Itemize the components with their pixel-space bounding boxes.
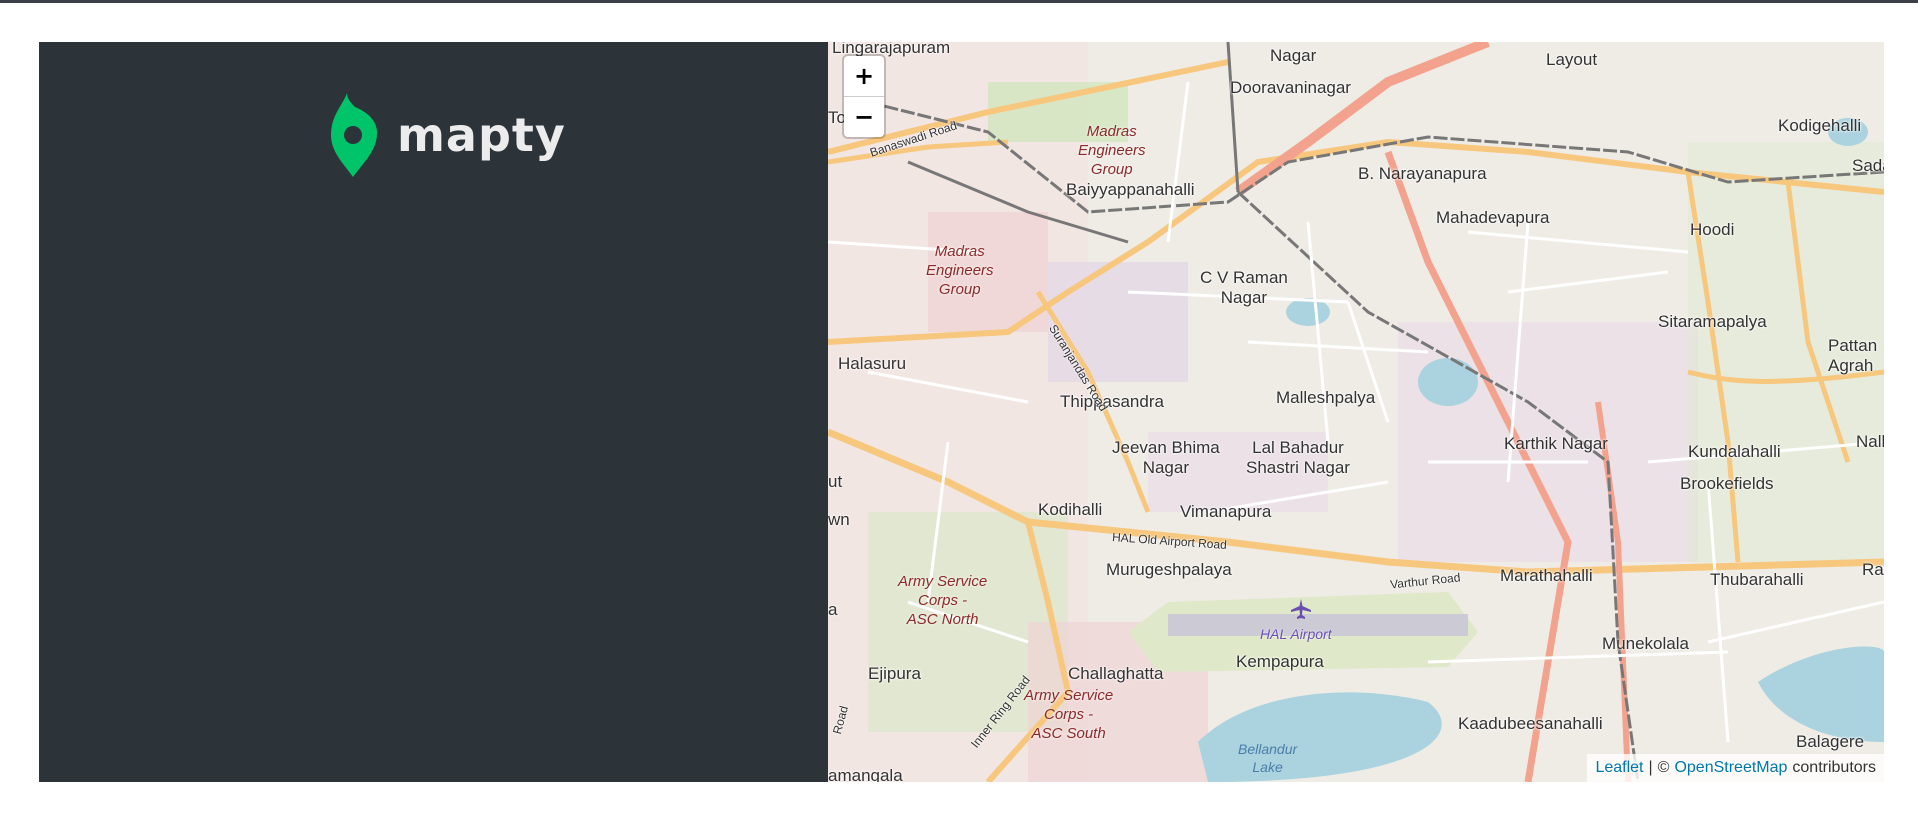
place-label: ut xyxy=(828,472,843,491)
place-label: Hoodi xyxy=(1690,220,1735,239)
place-label: Nallu xyxy=(1856,432,1884,451)
place-label: wn xyxy=(828,510,850,529)
place-label: Kodihalli xyxy=(1038,500,1103,519)
place-label: Mahadevapura xyxy=(1436,208,1550,227)
zoom-out-button[interactable]: − xyxy=(844,97,884,137)
zoom-in-button[interactable]: + xyxy=(844,56,884,97)
place-label: Balagere xyxy=(1796,732,1865,751)
lake-label: Bellandur Lake xyxy=(1238,741,1298,775)
place-label: Sitaramapalya xyxy=(1658,312,1767,331)
contributors-text: contributors xyxy=(1792,759,1876,776)
place-label: Halasuru xyxy=(838,354,907,373)
map-pin-icon xyxy=(331,93,377,177)
place-label: a xyxy=(828,600,838,619)
place-label: Challaghatta xyxy=(1068,664,1164,683)
airport-icon xyxy=(1291,599,1311,619)
top-border xyxy=(0,0,1918,3)
area-label: Madras Engineers Group xyxy=(1078,123,1146,178)
place-label: amangala xyxy=(828,766,903,782)
place-label: C V Raman Nagar xyxy=(1200,268,1288,307)
leaflet-link[interactable]: Leaflet xyxy=(1595,759,1643,777)
place-label: Lal Bahadur Shastri Nagar xyxy=(1246,438,1350,477)
place-label: Kodigehalli xyxy=(1778,116,1862,135)
place-label: Rai xyxy=(1862,560,1884,579)
place-label: B. Narayanapura xyxy=(1358,164,1487,183)
place-label: Karthik Nagar xyxy=(1504,434,1608,453)
place-label: Kempapura xyxy=(1236,652,1324,671)
brand-name: mapty xyxy=(397,108,566,162)
area-label: Madras Engineers Group xyxy=(926,243,994,298)
place-label: Vimanapura xyxy=(1180,502,1272,521)
airport-label: HAL Airport xyxy=(1260,626,1332,642)
place-label: Kaadubeesanahalli xyxy=(1458,714,1603,733)
place-label: Kundalahalli xyxy=(1688,442,1781,461)
place-label: Baiyyappanahalli xyxy=(1066,180,1195,199)
place-label: Ejipura xyxy=(868,664,921,683)
place-label: Nagar xyxy=(1270,46,1317,65)
place-label: Jeevan Bhima Nagar xyxy=(1112,438,1220,477)
map[interactable]: Lingarajapuram Nagar Layout Dooravaninag… xyxy=(828,42,1884,782)
place-label: Murugeshpalaya xyxy=(1106,560,1232,579)
attribution-separator: | xyxy=(1648,759,1653,776)
map-attribution: Leaflet | © OpenStreetMap contributors xyxy=(1587,754,1884,782)
place-label: Dooravaninagar xyxy=(1230,78,1351,97)
map-tiles[interactable] xyxy=(828,42,1884,782)
copyright-symbol: © xyxy=(1657,759,1670,776)
place-label: Munekolala xyxy=(1602,634,1689,653)
place-label: Brookefields xyxy=(1680,474,1774,493)
area-label: Army Service Corps - ASC North xyxy=(898,573,988,628)
place-label: Malleshpalya xyxy=(1276,388,1376,407)
sidebar: mapty xyxy=(39,42,828,782)
place-label: Thubarahalli xyxy=(1710,570,1804,589)
place-label: Sada xyxy=(1852,156,1884,175)
openstreetmap-link[interactable]: OpenStreetMap xyxy=(1674,759,1787,777)
area-label: Army Service Corps - ASC South xyxy=(1024,687,1114,742)
place-label: Marathahalli xyxy=(1500,566,1593,585)
place-label: Thippasandra xyxy=(1060,392,1164,411)
logo: mapty xyxy=(329,90,566,180)
place-label: Layout xyxy=(1546,50,1598,69)
place-label: Pattan Agrah xyxy=(1828,336,1878,375)
zoom-control: + − xyxy=(844,56,884,137)
